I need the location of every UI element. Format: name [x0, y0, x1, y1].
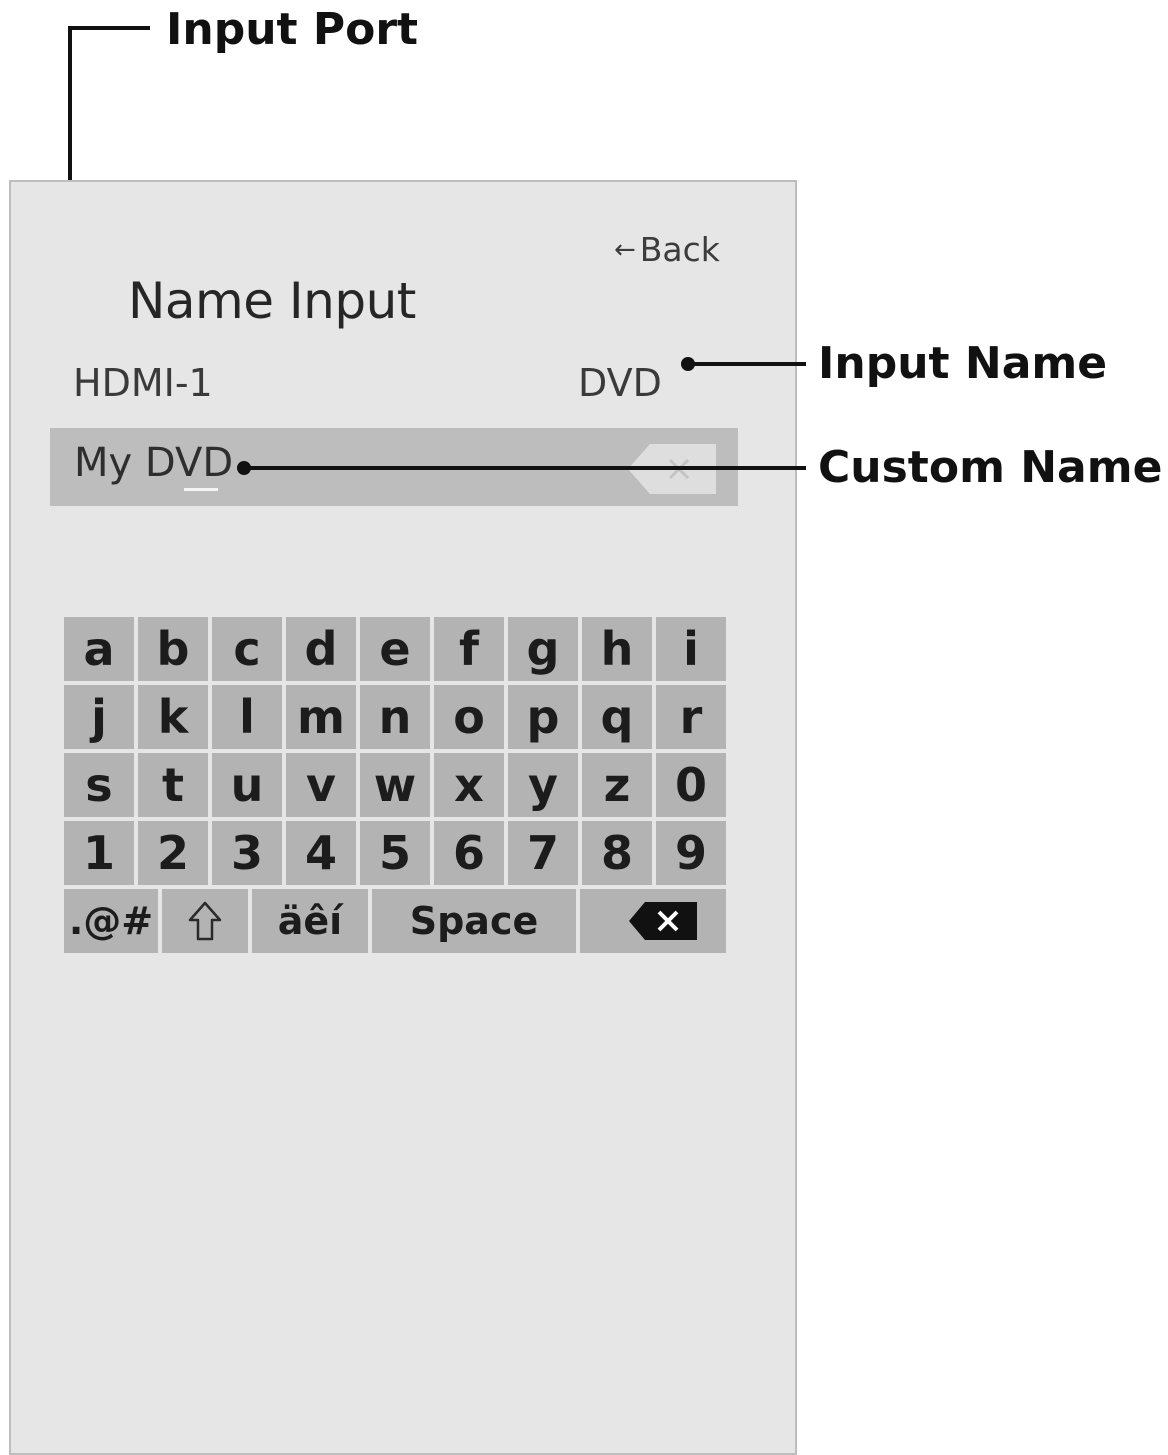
key-e[interactable]: e: [360, 617, 430, 681]
key-n[interactable]: n: [360, 685, 430, 749]
input-port-label: HDMI-1: [73, 361, 213, 405]
shift-key[interactable]: [162, 889, 248, 953]
input-name-callout: Input Name: [818, 338, 1108, 389]
page-title: Name Input: [128, 272, 416, 330]
shift-arrow-icon: [188, 901, 222, 941]
on-screen-keyboard: a b c d e f g h i j k l m n o p q r s t …: [64, 617, 726, 957]
backspace-icon: [629, 902, 697, 940]
key-z[interactable]: z: [582, 753, 652, 817]
key-0[interactable]: 0: [656, 753, 726, 817]
custom-name-callout: Custom Name: [818, 442, 1163, 493]
input-port-callout-line-horizontal: [68, 26, 150, 30]
key-k[interactable]: k: [138, 685, 208, 749]
key-2[interactable]: 2: [138, 821, 208, 885]
backspace-key[interactable]: [580, 889, 726, 953]
custom-name-callout-line: [244, 466, 806, 470]
back-button[interactable]: ← Back: [614, 230, 720, 269]
key-r[interactable]: r: [656, 685, 726, 749]
left-arrow-icon: ←: [614, 234, 636, 265]
key-q[interactable]: q: [582, 685, 652, 749]
key-u[interactable]: u: [212, 753, 282, 817]
keyboard-row: a b c d e f g h i: [64, 617, 726, 681]
key-v[interactable]: v: [286, 753, 356, 817]
key-5[interactable]: 5: [360, 821, 430, 885]
key-a[interactable]: a: [64, 617, 134, 681]
key-d[interactable]: d: [286, 617, 356, 681]
key-9[interactable]: 9: [656, 821, 726, 885]
key-f[interactable]: f: [434, 617, 504, 681]
key-i[interactable]: i: [656, 617, 726, 681]
key-c[interactable]: c: [212, 617, 282, 681]
key-o[interactable]: o: [434, 685, 504, 749]
keyboard-row: s t u v w x y z 0: [64, 753, 726, 817]
key-7[interactable]: 7: [508, 821, 578, 885]
key-s[interactable]: s: [64, 753, 134, 817]
key-8[interactable]: 8: [582, 821, 652, 885]
keyboard-row: 1 2 3 4 5 6 7 8 9: [64, 821, 726, 885]
key-x[interactable]: x: [434, 753, 504, 817]
input-port-callout: Input Port: [166, 4, 419, 55]
key-m[interactable]: m: [286, 685, 356, 749]
input-name-callout-line: [688, 362, 806, 366]
key-h[interactable]: h: [582, 617, 652, 681]
key-y[interactable]: y: [508, 753, 578, 817]
key-b[interactable]: b: [138, 617, 208, 681]
text-cursor: [184, 488, 218, 491]
key-p[interactable]: p: [508, 685, 578, 749]
key-g[interactable]: g: [508, 617, 578, 681]
key-4[interactable]: 4: [286, 821, 356, 885]
key-w[interactable]: w: [360, 753, 430, 817]
key-l[interactable]: l: [212, 685, 282, 749]
key-6[interactable]: 6: [434, 821, 504, 885]
key-j[interactable]: j: [64, 685, 134, 749]
back-label: Back: [639, 230, 720, 269]
key-3[interactable]: 3: [212, 821, 282, 885]
space-key[interactable]: Space: [372, 889, 576, 953]
key-t[interactable]: t: [138, 753, 208, 817]
accents-key[interactable]: äêí: [252, 889, 368, 953]
custom-name-value: My DVD: [74, 440, 234, 486]
keyboard-bottom-row: .@# äêí Space: [64, 889, 726, 953]
key-1[interactable]: 1: [64, 821, 134, 885]
keyboard-row: j k l m n o p q r: [64, 685, 726, 749]
input-name-label: DVD: [578, 361, 662, 405]
symbols-key[interactable]: .@#: [64, 889, 158, 953]
